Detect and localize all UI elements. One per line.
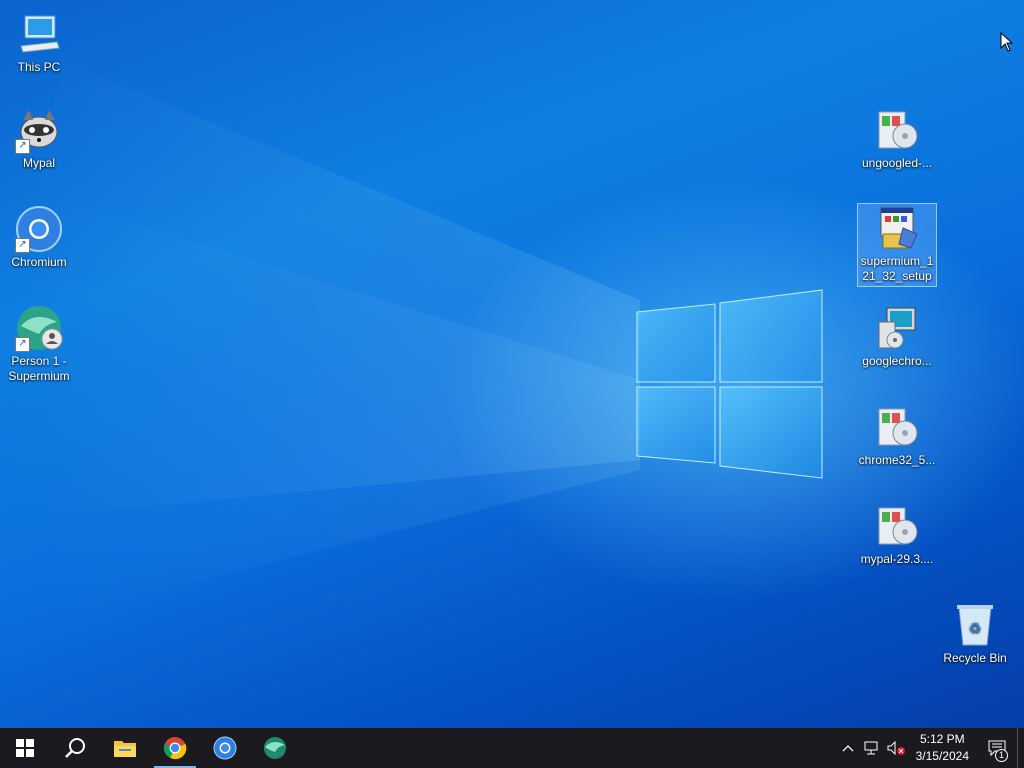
shortcut-arrow-icon: ↗ bbox=[15, 139, 30, 154]
installer-icon bbox=[873, 106, 921, 154]
supermium-profile-icon: ↗ bbox=[15, 304, 63, 352]
desktop-icon-chrome32[interactable]: chrome32_5... bbox=[858, 403, 936, 468]
desktop-icon-this-pc[interactable]: This PC bbox=[0, 10, 78, 75]
desktop-icon-label: supermium_121_32_setup bbox=[860, 254, 934, 283]
chromium-icon bbox=[213, 736, 237, 760]
desktop-icon-label: Chromium bbox=[11, 255, 67, 269]
recycle-bin-icon: ♻ bbox=[951, 601, 999, 649]
start-icon bbox=[16, 739, 34, 757]
desktop-icon-label: Person 1 - Supermium bbox=[8, 354, 70, 383]
shortcut-arrow-icon: ↗ bbox=[15, 337, 30, 352]
search-icon bbox=[65, 738, 85, 758]
clock-date: 3/15/2024 bbox=[915, 749, 969, 763]
desktop-icon-label: Mypal bbox=[22, 156, 55, 170]
desktop-icon-ungoogled[interactable]: ungoogled-... bbox=[858, 106, 936, 171]
chromium-icon: ↗ bbox=[15, 205, 63, 253]
setup-computer-icon bbox=[873, 304, 921, 352]
desktop-icon-label: This PC bbox=[17, 60, 61, 74]
volume-button[interactable] bbox=[884, 728, 908, 768]
desktop-icon-label: chrome32_5... bbox=[858, 453, 936, 467]
desktop-icon-label: Recycle Bin bbox=[943, 651, 1007, 665]
action-center-button[interactable]: 1 bbox=[977, 728, 1017, 768]
taskbar-file-explorer[interactable] bbox=[100, 728, 150, 768]
desktop-icon-recycle-bin[interactable]: ♻ Recycle Bin bbox=[936, 601, 1014, 666]
desktop-icon-supermium-profile[interactable]: ↗ Person 1 - Supermium bbox=[0, 304, 78, 384]
installer-icon bbox=[873, 502, 921, 550]
svg-text:♻: ♻ bbox=[969, 620, 982, 636]
desktop-icon-label: mypal-29.3.... bbox=[860, 552, 934, 566]
computer-icon bbox=[15, 10, 63, 58]
system-tray: 5:12 PM 3/15/2024 1 bbox=[836, 728, 1024, 768]
file-explorer-icon bbox=[114, 741, 136, 757]
network-button[interactable] bbox=[860, 728, 884, 768]
supermium-icon bbox=[264, 737, 286, 759]
setup-icon bbox=[873, 204, 921, 252]
taskbar-chrome[interactable] bbox=[150, 728, 200, 768]
taskbar-chromium[interactable] bbox=[200, 728, 250, 768]
chrome-icon bbox=[163, 737, 187, 760]
desktop-icon-chromium[interactable]: ↗ Chromium bbox=[0, 205, 78, 270]
search-button[interactable] bbox=[50, 728, 100, 768]
desktop-icon-googlechrome-setup[interactable]: googlechro... bbox=[858, 304, 936, 369]
desktop[interactable]: This PC ↗ Mypal ↗ Chromium ↗ Person 1 - … bbox=[0, 0, 1024, 728]
network-icon bbox=[864, 741, 878, 755]
volume-muted-icon bbox=[887, 741, 905, 755]
clock[interactable]: 5:12 PM 3/15/2024 bbox=[908, 731, 977, 765]
clock-time: 5:12 PM bbox=[919, 732, 965, 746]
desktop-icon-label: googlechro... bbox=[862, 354, 932, 368]
show-desktop-button[interactable] bbox=[1017, 728, 1024, 768]
taskbar-supermium[interactable] bbox=[250, 728, 300, 768]
start-button[interactable] bbox=[0, 728, 50, 768]
notification-count-badge: 1 bbox=[994, 749, 1008, 762]
mouse-cursor-icon bbox=[1000, 32, 1014, 52]
raccoon-icon: ↗ bbox=[15, 106, 63, 154]
installer-icon bbox=[873, 403, 921, 451]
desktop-icon-mypal-installer[interactable]: mypal-29.3.... bbox=[858, 502, 936, 567]
show-hidden-icons-button[interactable] bbox=[836, 728, 860, 768]
taskbar: 5:12 PM 3/15/2024 1 bbox=[0, 728, 1024, 768]
desktop-icon-label: ungoogled-... bbox=[861, 156, 933, 170]
shortcut-arrow-icon: ↗ bbox=[15, 238, 30, 253]
desktop-icon-mypal[interactable]: ↗ Mypal bbox=[0, 106, 78, 171]
desktop-icon-supermium-setup[interactable]: supermium_121_32_setup bbox=[857, 203, 937, 287]
chevron-up-icon bbox=[842, 745, 854, 752]
